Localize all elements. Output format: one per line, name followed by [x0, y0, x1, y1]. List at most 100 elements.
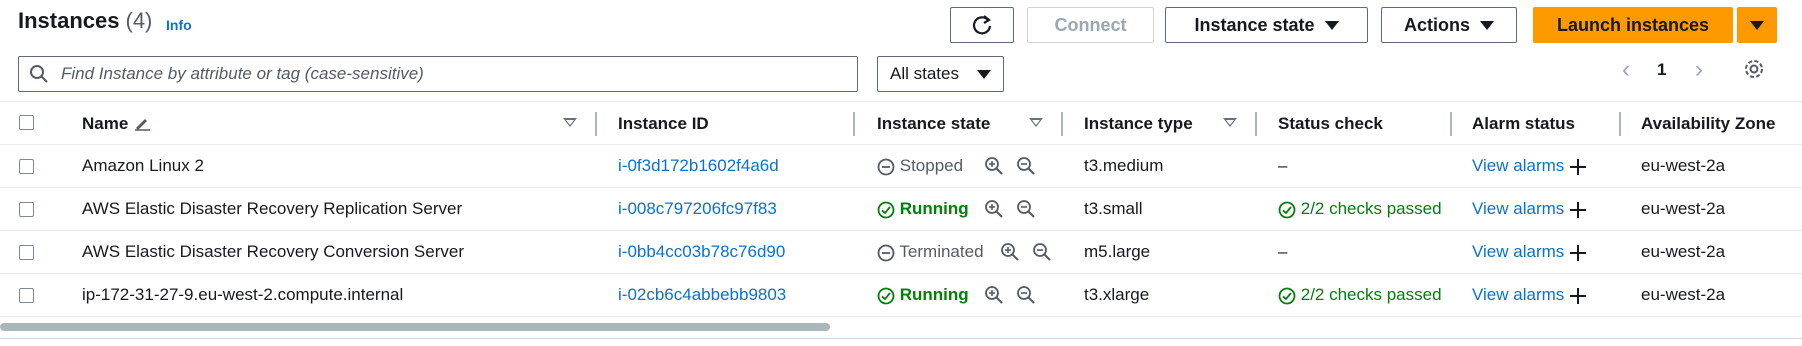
page-number[interactable]: 1 — [1657, 60, 1666, 80]
status-check-text: 2/2 checks passed — [1300, 199, 1442, 218]
chevron-down-icon — [1324, 20, 1339, 30]
table-header: Name Instance ID Instance state Instance… — [0, 101, 1802, 145]
stopped-icon — [877, 158, 895, 175]
plus-icon[interactable] — [1569, 201, 1587, 219]
column-header-label: Name — [82, 114, 129, 133]
states-select-value: All states — [890, 64, 959, 83]
status-check: – — [1278, 242, 1288, 261]
instance-state: Running — [877, 199, 969, 219]
availability-zone: eu-west-2a — [1641, 242, 1726, 261]
column-divider[interactable] — [853, 112, 855, 136]
column-header-instance-state[interactable]: Instance state — [877, 114, 990, 134]
refresh-button[interactable] — [950, 7, 1014, 43]
column-header-name[interactable]: Name — [82, 114, 151, 134]
status-check: – — [1278, 156, 1288, 175]
view-alarms-label: View alarms — [1472, 285, 1565, 304]
horizontal-scrollbar[interactable] — [0, 323, 830, 331]
table-row[interactable]: ip-172-31-27-9.eu-west-2.compute.interna… — [0, 274, 1802, 317]
instance-name: AWS Elastic Disaster Recovery Conversion… — [82, 242, 464, 261]
instance-type: t3.medium — [1084, 156, 1164, 175]
info-link[interactable]: Info — [166, 17, 192, 33]
column-header-status-check[interactable]: Status check — [1278, 114, 1383, 134]
zoom-in-icon[interactable] — [1000, 242, 1020, 267]
instance-id-link[interactable]: i-008c797206fc97f83 — [618, 199, 777, 219]
table-row[interactable]: AWS Elastic Disaster Recovery Conversion… — [0, 231, 1802, 274]
search-input[interactable] — [59, 63, 857, 85]
instance-state-text: Running — [899, 199, 969, 218]
actions-button[interactable]: Actions — [1381, 7, 1517, 43]
instance-type: t3.xlarge — [1084, 285, 1150, 304]
column-divider[interactable] — [1619, 112, 1621, 136]
row-checkbox[interactable] — [19, 202, 34, 217]
instance-id-link[interactable]: i-02cb6c4abbebb9803 — [618, 285, 786, 305]
zoom-in-icon[interactable] — [984, 199, 1004, 224]
instance-state: Running — [877, 285, 969, 305]
view-alarms-label: View alarms — [1472, 156, 1565, 175]
launch-instances-button[interactable]: Launch instances — [1533, 7, 1733, 43]
previous-page-icon[interactable]: ‹ — [1622, 56, 1630, 84]
column-header-alarm-status[interactable]: Alarm status — [1472, 114, 1575, 134]
launch-options-button[interactable] — [1737, 7, 1777, 43]
zoom-in-icon[interactable] — [984, 156, 1004, 181]
row-checkbox[interactable] — [19, 245, 34, 260]
check-circle-icon — [877, 201, 895, 218]
chevron-down-icon — [1480, 20, 1494, 30]
search-box[interactable] — [18, 56, 858, 92]
instance-id-link[interactable]: i-0f3d172b1602f4a6d — [618, 156, 779, 176]
zoom-out-icon[interactable] — [1016, 156, 1036, 181]
gear-icon[interactable] — [1743, 58, 1765, 85]
instance-name: Amazon Linux 2 — [82, 156, 204, 175]
zoom-in-icon[interactable] — [984, 285, 1004, 310]
view-alarms-link[interactable]: View alarms — [1472, 199, 1587, 219]
check-circle-icon — [1278, 201, 1296, 218]
divider — [0, 338, 1802, 339]
chevron-down-icon — [1750, 20, 1764, 30]
row-checkbox[interactable] — [19, 159, 34, 174]
zoom-out-icon[interactable] — [1016, 199, 1036, 224]
instance-name: ip-172-31-27-9.eu-west-2.compute.interna… — [82, 285, 404, 304]
plus-icon[interactable] — [1569, 158, 1587, 176]
zoom-out-icon[interactable] — [1016, 285, 1036, 310]
view-alarms-label: View alarms — [1472, 199, 1565, 218]
next-page-icon[interactable]: › — [1695, 56, 1703, 84]
availability-zone: eu-west-2a — [1641, 285, 1726, 304]
instance-count: (4) — [125, 8, 153, 33]
instance-id-link[interactable]: i-0bb4cc03b78c76d90 — [618, 242, 785, 262]
instance-state-text: Terminated — [899, 242, 984, 261]
search-icon — [30, 65, 48, 83]
view-alarms-link[interactable]: View alarms — [1472, 242, 1587, 262]
view-alarms-link[interactable]: View alarms — [1472, 156, 1587, 176]
column-divider[interactable] — [1450, 112, 1452, 136]
column-header-instance-type[interactable]: Instance type — [1084, 114, 1193, 134]
table-row[interactable]: AWS Elastic Disaster Recovery Replicatio… — [0, 188, 1802, 231]
column-header-instance-id[interactable]: Instance ID — [618, 114, 709, 134]
row-checkbox[interactable] — [19, 288, 34, 303]
terminated-icon — [877, 244, 895, 261]
sort-icon[interactable] — [563, 118, 577, 127]
view-alarms-label: View alarms — [1472, 242, 1565, 261]
sort-icon[interactable] — [1223, 118, 1237, 127]
sort-icon[interactable] — [1029, 118, 1043, 127]
availability-zone: eu-west-2a — [1641, 199, 1726, 218]
plus-icon[interactable] — [1569, 287, 1587, 305]
view-alarms-link[interactable]: View alarms — [1472, 285, 1587, 305]
connect-button[interactable]: Connect — [1027, 7, 1154, 43]
plus-icon[interactable] — [1569, 244, 1587, 262]
check-circle-icon — [1278, 287, 1296, 304]
chevron-down-icon — [977, 69, 991, 79]
instance-type: t3.small — [1084, 199, 1143, 218]
column-divider[interactable] — [1061, 112, 1063, 136]
column-divider[interactable] — [595, 112, 597, 136]
check-circle-icon — [877, 287, 895, 304]
table-row[interactable]: Amazon Linux 2 i-0f3d172b1602f4a6d Stopp… — [0, 145, 1802, 188]
status-check-text: 2/2 checks passed — [1300, 285, 1442, 304]
zoom-out-icon[interactable] — [1032, 242, 1052, 267]
instance-state-text: Running — [899, 285, 969, 304]
column-header-availability-zone[interactable]: Availability Zone — [1641, 114, 1775, 134]
instance-state-button[interactable]: Instance state — [1165, 7, 1368, 43]
refresh-icon — [972, 15, 992, 35]
column-divider[interactable] — [1255, 112, 1257, 136]
actions-label: Actions — [1403, 14, 1470, 35]
select-all-checkbox[interactable] — [19, 115, 34, 130]
states-select[interactable]: All states — [877, 56, 1004, 92]
